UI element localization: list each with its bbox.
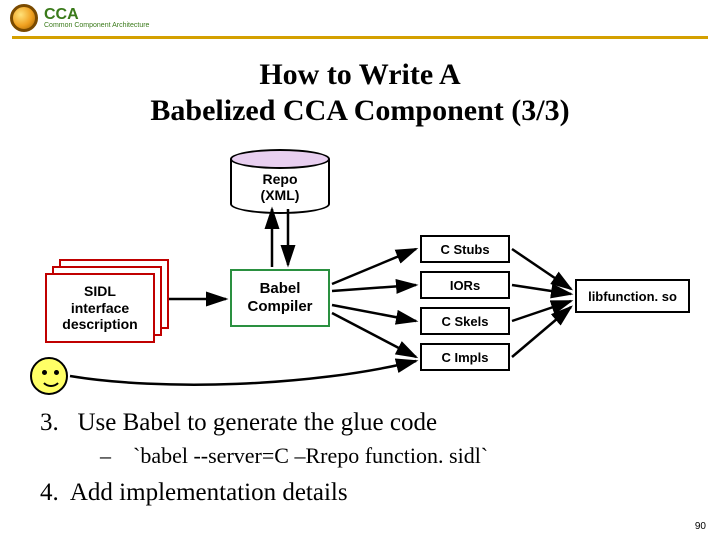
compiler-line1: Babel [260, 280, 301, 297]
babel-compiler-box: Babel Compiler [230, 269, 330, 327]
repo-label: Repo (XML) [230, 171, 330, 203]
header-abbr: CCA [44, 6, 79, 23]
output-iors: IORs [420, 271, 510, 299]
flow-diagram: Repo (XML) SIDL interface description Ba… [10, 139, 710, 399]
bullet-3-sub: – `babel --server=C –Rrepo function. sid… [100, 443, 680, 469]
header-subtitle: Common Component Architecture [44, 22, 149, 29]
bullet-3-dash: – [100, 443, 111, 468]
sidl-line2: interface [71, 300, 129, 316]
cca-logo-text: CCA Common Component Architecture [44, 7, 149, 29]
compiler-line2: Compiler [247, 298, 312, 315]
smiley-face-icon [30, 357, 68, 395]
bullet-3-number: 3. [40, 409, 59, 436]
slide-title: How to Write A Babelized CCA Component (… [0, 57, 720, 129]
sidl-stack: SIDL interface description [45, 259, 165, 339]
bullet-4-number: 4. [40, 479, 59, 506]
repo-label-line2: (XML) [261, 187, 300, 203]
bullet-4-text: Add implementation details [70, 479, 348, 506]
repo-cylinder: Repo (XML) [230, 149, 330, 209]
bullet-list: 3. Use Babel to generate the glue code –… [40, 409, 680, 507]
output-c-impls: C Impls [420, 343, 510, 371]
sidl-card-front: SIDL interface description [45, 273, 155, 343]
sidl-line3: description [62, 316, 137, 332]
header-rule [12, 36, 708, 39]
bullet-3-sub-text: `babel --server=C –Rrepo function. sidl` [133, 443, 488, 468]
output-c-stubs: C Stubs [420, 235, 510, 263]
title-line-2: Babelized CCA Component (3/3) [150, 94, 569, 127]
repo-label-line1: Repo [263, 171, 298, 187]
title-line-1: How to Write A [259, 58, 460, 91]
bullet-4: 4. Add implementation details [40, 479, 680, 507]
sidl-line1: SIDL [84, 283, 116, 299]
cca-logo-ring-icon [10, 4, 38, 32]
output-c-skels: C Skels [420, 307, 510, 335]
bullet-3-text: Use Babel to generate the glue code [78, 409, 438, 436]
slide-number: 90 [695, 521, 706, 532]
lib-output-box: libfunction. so [575, 279, 690, 313]
bullet-3: 3. Use Babel to generate the glue code [40, 409, 680, 437]
header-bar: CCA Common Component Architecture [0, 0, 720, 34]
